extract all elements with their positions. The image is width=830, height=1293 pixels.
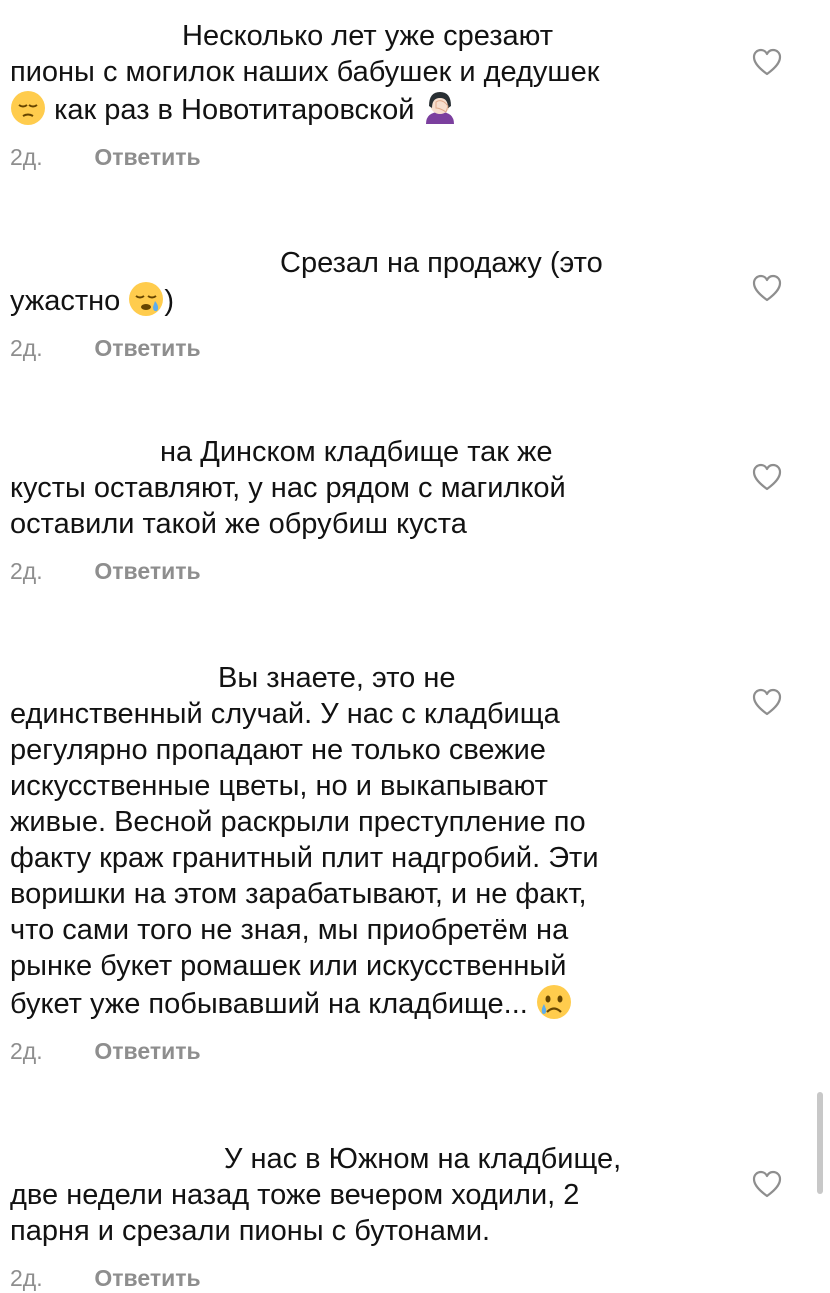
comment-line: искусственные цветы, но и выкапывают	[10, 770, 548, 802]
heart-outline-icon[interactable]	[752, 48, 782, 76]
comment-item: на Динском кладбище так же кусты оставля…	[10, 434, 740, 586]
heart-outline-icon[interactable]	[752, 463, 782, 491]
sleepy-face-emoji	[129, 282, 164, 316]
heart-outline-icon[interactable]	[752, 274, 782, 302]
comment-line: живые. Весной раскрыли преступление по	[10, 806, 586, 838]
comment-timestamp: 2д.	[10, 558, 43, 584]
comment-timestamp: 2д.	[10, 144, 43, 170]
heart-outline-icon[interactable]	[752, 688, 782, 716]
comment-line: парня и срезали пионы с бутонами.	[10, 1215, 491, 1247]
pensive-face-emoji	[11, 91, 45, 125]
comment-meta: 2д. Ответить	[10, 142, 740, 172]
comment-line: рынке букет ромашек или искусственный	[10, 950, 567, 982]
comment-line: ужастно	[10, 285, 129, 317]
comment-item: Вы знаете, это не единственный случай. У…	[10, 660, 740, 1066]
comment-item: У нас в Южном на кладбище, две недели на…	[10, 1141, 740, 1293]
comment-line: букет уже побывавший на кладбище...	[10, 988, 536, 1020]
comment-line: две недели назад тоже вечером ходили, 2	[10, 1179, 580, 1211]
reply-button[interactable]: Ответить	[94, 144, 200, 170]
comment-line: Вы знаете, это не	[218, 662, 456, 694]
comment-line: единственный случай. У нас с кладбища	[10, 698, 560, 730]
comment-line: У нас в Южном на кладбище,	[224, 1143, 622, 1175]
comment-line: Несколько лет уже срезают	[182, 20, 554, 52]
comment-line: воришки на этом зарабатывают, и не факт,	[10, 878, 587, 910]
comment-meta: 2д. Ответить	[10, 1036, 740, 1066]
heart-outline-icon[interactable]	[752, 1170, 782, 1198]
reply-button[interactable]: Ответить	[94, 1038, 200, 1064]
comment-meta: 2д. Ответить	[10, 333, 740, 363]
comment-line: кусты оставляют, у нас рядом с магилкой	[10, 472, 566, 504]
crying-face-emoji	[536, 985, 571, 1019]
comment-timestamp: 2д.	[10, 1265, 43, 1291]
comment-text: Вы знаете, это не единственный случай. У…	[10, 660, 740, 1022]
comment-line: пионы с могилок наших бабушек и дедушек	[10, 56, 600, 88]
comment-line: факту краж гранитный плит надгробий. Эти	[10, 842, 599, 874]
comment-item: Несколько лет уже срезают пионы с могило…	[10, 18, 740, 172]
comment-text: Срезал на продажу (это ужастно )	[10, 245, 740, 319]
reply-button[interactable]: Ответить	[94, 1265, 200, 1291]
comment-line: как раз в Новотитаровской	[54, 94, 423, 126]
comment-line: на Динском кладбище так же	[160, 436, 553, 468]
comment-line: Срезал на продажу (это	[280, 247, 603, 279]
comment-text: Несколько лет уже срезают пионы с могило…	[10, 18, 740, 128]
comment-text: У нас в Южном на кладбище, две недели на…	[10, 1141, 740, 1249]
comment-item: Срезал на продажу (это ужастно ) 2д. Отв…	[10, 245, 740, 363]
comment-meta: 2д. Ответить	[10, 1263, 740, 1293]
comment-text: на Динском кладбище так же кусты оставля…	[10, 434, 740, 542]
comment-timestamp: 2д.	[10, 1038, 43, 1064]
facepalm-woman-emoji	[426, 92, 455, 124]
comment-line: оставили такой же обрубиш куста	[10, 508, 467, 540]
comment-line: регулярно пропадают не только свежие	[10, 734, 546, 766]
comment-timestamp: 2д.	[10, 335, 43, 361]
scrollbar[interactable]	[817, 1092, 823, 1194]
comment-meta: 2д. Ответить	[10, 556, 740, 586]
reply-button[interactable]: Ответить	[94, 558, 200, 584]
reply-button[interactable]: Ответить	[94, 335, 200, 361]
comment-line: что сами того не зная, мы приобретём на	[10, 914, 569, 946]
